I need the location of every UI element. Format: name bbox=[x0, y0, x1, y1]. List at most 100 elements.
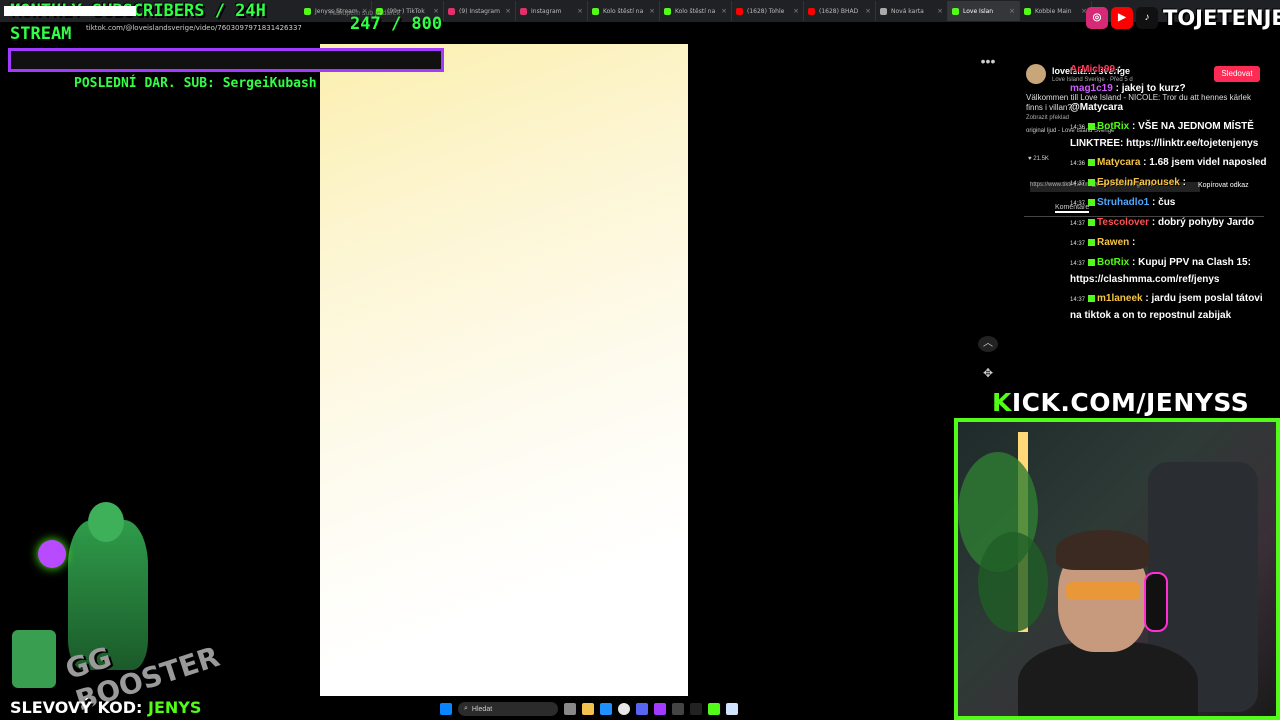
chat-message: 14:37 EpsteinFanousek : bbox=[1070, 177, 1186, 188]
tab-favicon-icon bbox=[520, 7, 527, 15]
windows-start-icon[interactable] bbox=[440, 703, 452, 715]
browser-tab[interactable]: Instagram × bbox=[516, 1, 588, 21]
tab-label: (1628) BHAD bbox=[819, 7, 859, 15]
search-icon: ⌕ bbox=[464, 705, 468, 712]
tiktok-icon: ♪ bbox=[1136, 7, 1158, 29]
close-tab-icon[interactable]: × bbox=[793, 7, 799, 15]
browser-tab[interactable]: (9) Instagram × bbox=[444, 1, 516, 21]
chat-badge-icon bbox=[1088, 122, 1096, 130]
tab-favicon-icon bbox=[1024, 7, 1031, 15]
chat-timestamp: 14:37 bbox=[1070, 261, 1086, 267]
subscriber-count: 247 / 800 bbox=[350, 14, 443, 34]
search-placeholder: Hledat bbox=[471, 705, 493, 713]
kick-logo-letter: K bbox=[992, 388, 1012, 417]
chat-username[interactable]: m1laneek bbox=[1097, 293, 1143, 304]
close-tab-icon[interactable]: × bbox=[937, 7, 943, 15]
browser-tab[interactable]: Love Islan × bbox=[948, 1, 1020, 21]
chat-badge-icon bbox=[1088, 198, 1096, 206]
chat-username[interactable]: ArMich99 bbox=[1070, 64, 1115, 75]
file-explorer-icon[interactable] bbox=[582, 703, 594, 715]
cursor-icon: ✥ bbox=[982, 366, 994, 380]
discord-icon[interactable] bbox=[636, 703, 648, 715]
tab-label: Kolo štěstí na bbox=[603, 7, 644, 15]
task-view-icon[interactable] bbox=[564, 703, 576, 715]
chat-text: @Matycara bbox=[1070, 102, 1124, 113]
promo-code: SLEVOVÝ KOD: JENYS bbox=[10, 698, 201, 717]
obs-icon[interactable] bbox=[672, 703, 684, 715]
like-count-value: 21.5K bbox=[1033, 156, 1049, 162]
windows-taskbar: ⌕ Hledat bbox=[440, 700, 830, 718]
energy-orb bbox=[38, 540, 66, 568]
chat-username[interactable]: Rawen bbox=[1097, 237, 1129, 248]
chat-message: 14:36 Matycara : 1.68 jsem videl naposled bbox=[1070, 157, 1267, 168]
chat-timestamp: 14:36 bbox=[1070, 161, 1086, 167]
close-tab-icon[interactable]: × bbox=[649, 7, 655, 15]
notepad-icon[interactable] bbox=[726, 703, 738, 715]
kick-channel-banner: KICK.COM/JENYSS bbox=[992, 388, 1249, 417]
app-icon[interactable] bbox=[708, 703, 720, 715]
chat-username[interactable]: BotRix bbox=[1097, 121, 1129, 132]
show-translation-link[interactable]: Zobrazit překlad bbox=[1026, 115, 1069, 121]
browser-tab[interactable]: Kolo štěstí na × bbox=[588, 1, 660, 21]
close-tab-icon[interactable]: × bbox=[1009, 7, 1015, 15]
chat-message: 14:37 BotRix : Kupuj PPV na Clash 15: htt… bbox=[1070, 257, 1251, 285]
edge-icon[interactable] bbox=[600, 703, 612, 715]
browser-tab[interactable]: Kobbie Main × bbox=[1020, 1, 1092, 21]
taskbar-search[interactable]: ⌕ Hledat bbox=[458, 702, 558, 716]
chat-username[interactable]: Matycara bbox=[1097, 157, 1140, 168]
app-icon[interactable] bbox=[654, 703, 666, 715]
chat-timestamp: 14:37 bbox=[1070, 297, 1086, 303]
social-banner: ◎ ▶ ♪ TOJETENJENYS bbox=[1086, 4, 1280, 32]
chat-message: 14:37 Struhadlo1 : čus bbox=[1070, 197, 1176, 208]
chat-username[interactable]: Tescolover bbox=[1097, 217, 1149, 228]
previous-video-icon[interactable]: ︿ bbox=[978, 336, 998, 352]
chat-badge-icon bbox=[1088, 238, 1096, 246]
chat-text: jakej to kurz? bbox=[1121, 83, 1186, 94]
booster-can bbox=[12, 630, 56, 688]
close-tab-icon[interactable]: × bbox=[505, 7, 511, 15]
browser-tab[interactable]: Kolo štěstí na × bbox=[660, 1, 732, 21]
last-donation-text: POSLEDNÍ DAR. SUB: SergeiKubash bbox=[74, 76, 317, 91]
close-tab-icon[interactable]: × bbox=[865, 7, 871, 15]
chat-timestamp: 14:36 bbox=[1070, 125, 1086, 131]
tab-favicon-icon bbox=[304, 7, 311, 15]
progress-bar-label: Nákupem sub je dárek bbox=[330, 10, 401, 17]
chat-username[interactable]: mag1c19 bbox=[1070, 83, 1113, 94]
instagram-icon: ◎ bbox=[1086, 7, 1108, 29]
chat-text: dobrý pohyby Jardo bbox=[1157, 217, 1255, 228]
browser-tab[interactable]: (1628) BHAD × bbox=[804, 1, 876, 21]
like-count[interactable]: ♥ 21.5K bbox=[1028, 156, 1049, 162]
creator-avatar[interactable] bbox=[1026, 64, 1046, 84]
chat-badge-icon bbox=[1088, 294, 1096, 302]
close-tab-icon[interactable]: × bbox=[721, 7, 727, 15]
browser-tab[interactable]: (1628) Tohle × bbox=[732, 1, 804, 21]
promo-code-value: JENYS bbox=[148, 698, 202, 717]
chat-message: 14:37 Rawen : bbox=[1070, 237, 1136, 248]
subscriber-progress-fill bbox=[4, 6, 137, 16]
webcam-feed bbox=[954, 418, 1280, 720]
more-options-icon[interactable]: ••• bbox=[978, 54, 998, 70]
chat-text: čus bbox=[1158, 197, 1176, 208]
streamer-body bbox=[1018, 642, 1198, 716]
sponsor-character: GG BOOSTER bbox=[12, 500, 223, 717]
chrome-icon[interactable] bbox=[618, 703, 630, 715]
chat-message: 14:36 BotRix : VŠE NA JEDNOM MÍSTĚ LINKTR… bbox=[1070, 121, 1259, 149]
chat-username[interactable]: Struhadlo1 bbox=[1097, 197, 1149, 208]
stream-chat: ArMich99 : mag1c19 : jakej to kurz? @Maty… bbox=[1070, 62, 1270, 327]
chat-username[interactable]: BotRix bbox=[1097, 257, 1129, 268]
subscriber-progress-bar bbox=[8, 48, 444, 72]
chat-badge-icon bbox=[1088, 178, 1096, 186]
tab-label: Kobbie Main bbox=[1035, 7, 1072, 15]
tab-label: Nová karta bbox=[891, 7, 924, 15]
tab-favicon-icon bbox=[664, 7, 671, 15]
close-tab-icon[interactable]: × bbox=[577, 7, 583, 15]
chat-username[interactable]: EpsteinFanousek bbox=[1097, 177, 1180, 188]
tab-favicon-icon bbox=[952, 7, 959, 15]
plant bbox=[978, 532, 1048, 632]
browser-tab[interactable]: Nová karta × bbox=[876, 1, 948, 21]
tiktok-video-player[interactable] bbox=[320, 44, 688, 696]
address-bar[interactable]: tiktok.com/@loveislandsverige/video/7603… bbox=[86, 24, 386, 38]
chat-message: @Matycara bbox=[1070, 100, 1270, 116]
app-icon[interactable] bbox=[690, 703, 702, 715]
streamer-glasses bbox=[1066, 582, 1140, 600]
